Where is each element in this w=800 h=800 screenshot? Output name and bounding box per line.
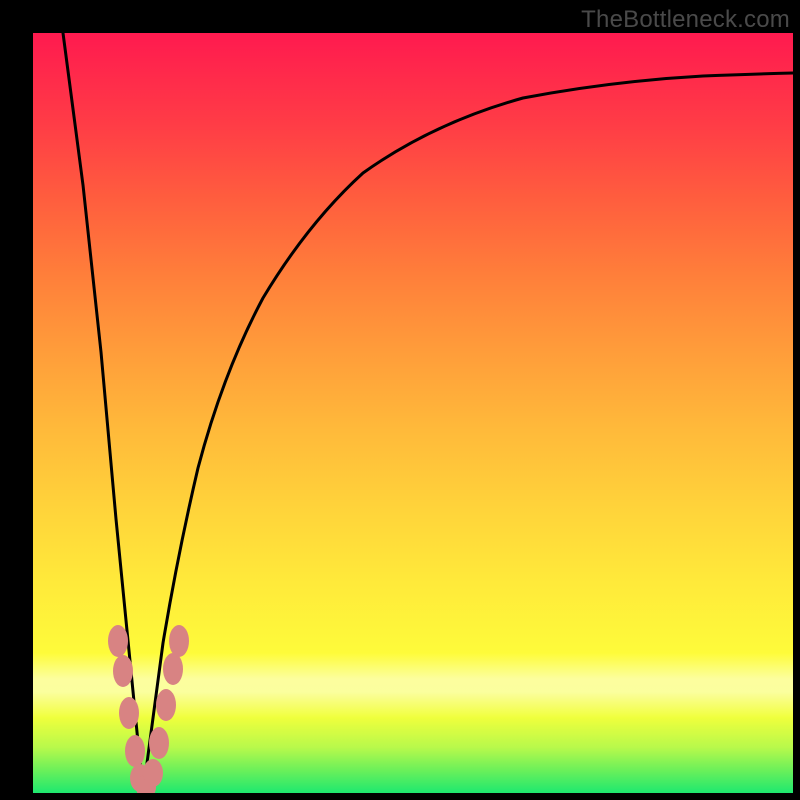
marker-dot — [125, 735, 145, 767]
chart-frame: TheBottleneck.com — [0, 0, 800, 800]
curve-right — [143, 73, 793, 793]
marker-dot — [119, 697, 139, 729]
marker-dot — [149, 727, 169, 759]
marker-dot — [143, 759, 163, 787]
watermark-text: TheBottleneck.com — [581, 6, 790, 34]
marker-dot — [163, 653, 183, 685]
marker-dot — [156, 689, 176, 721]
plot-area — [33, 33, 793, 793]
curve-layer — [33, 33, 793, 793]
marker-cluster — [108, 625, 189, 793]
marker-dot — [169, 625, 189, 657]
marker-dot — [113, 655, 133, 687]
marker-dot — [108, 625, 128, 657]
